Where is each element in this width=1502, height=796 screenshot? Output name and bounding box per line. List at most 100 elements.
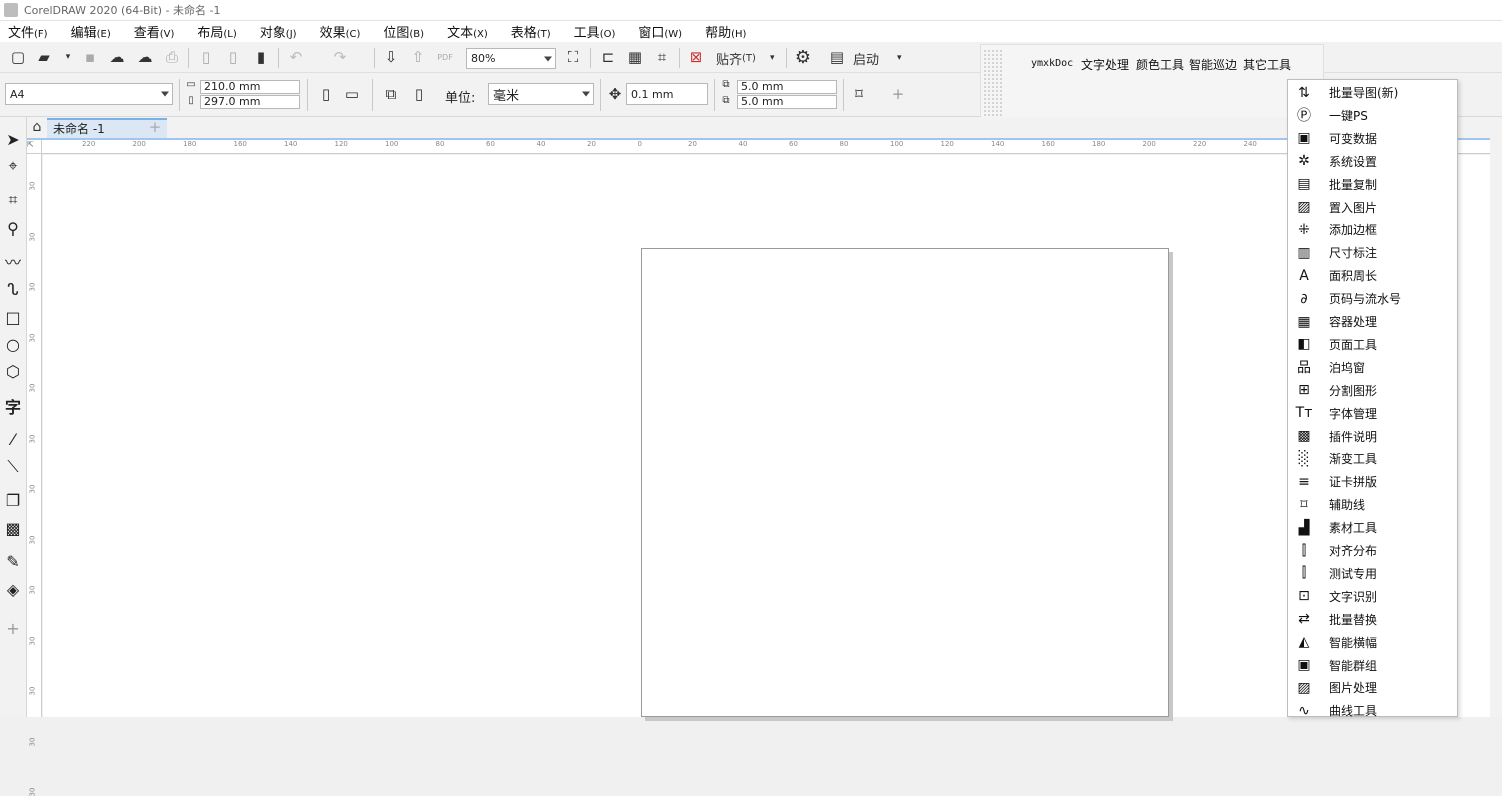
page-width-input[interactable]: 210.0 mm [200, 80, 300, 94]
dropdown-item[interactable]: ░ 渐变工具 [1288, 447, 1457, 470]
pdf-icon[interactable]: PDF [435, 47, 455, 67]
menu-item-1[interactable]: 编辑(E) [71, 22, 111, 41]
dropdown-item[interactable]: ⇅ 批量导图(新) [1288, 81, 1457, 104]
print-icon[interactable]: ⎙ [162, 47, 182, 67]
rulers-icon[interactable]: ⊏ [598, 47, 618, 67]
plugin-menu-item-3[interactable]: 智能巡边 [1189, 56, 1237, 73]
dropdown-item[interactable]: ▣ 智能群组 [1288, 654, 1457, 677]
dropdown-item[interactable]: ∂ 页码与流水号 [1288, 287, 1457, 310]
interactive-fill-tool-icon[interactable]: ◈ [2, 578, 24, 600]
menu-item-11[interactable]: 帮助(H) [705, 22, 746, 41]
launch-icon[interactable]: ▤ [827, 47, 847, 67]
current-page-icon[interactable]: ▯ [409, 84, 429, 104]
dropdown-item[interactable]: ◧ 页面工具 [1288, 333, 1457, 356]
dropdown-item[interactable]: ⫿ 对齐分布 [1288, 539, 1457, 562]
home-icon[interactable]: ⌂ [27, 117, 47, 137]
menu-item-5[interactable]: 效果(C) [320, 22, 361, 41]
page-height-input[interactable]: 297.0 mm [200, 95, 300, 109]
menu-item-10[interactable]: 窗口(W) [638, 22, 682, 41]
transparency-tool-icon[interactable]: ▩ [2, 517, 24, 539]
duplicate-x-input[interactable]: 5.0 mm [737, 80, 837, 94]
new-document-icon[interactable]: ▢ [8, 47, 28, 67]
menu-item-2[interactable]: 查看(V) [134, 22, 175, 41]
save-icon[interactable]: ▪ [80, 47, 100, 67]
horizontal-ruler[interactable]: 220 200 180 160 140 120 100 80 60 40 20 0 20 40 60 80 10… [42, 140, 1502, 154]
dropdown-item[interactable]: ▨ 图片处理 [1288, 676, 1457, 699]
crop-tool-icon[interactable]: ⌗ [2, 189, 24, 211]
plugin-menu-item-4[interactable]: 其它工具 [1243, 56, 1291, 73]
portrait-icon[interactable]: ▯ [316, 84, 336, 104]
plugin-menu-item-1[interactable]: 文字处理 [1081, 56, 1129, 73]
dropdown-item[interactable]: Tт 字体管理 [1288, 402, 1457, 425]
add-tool-icon[interactable]: + [2, 617, 24, 639]
polygon-tool-icon[interactable]: ⬡ [2, 360, 24, 382]
artistic-media-tool-icon[interactable]: ᔐ [2, 278, 24, 300]
plugin-menu-item-2[interactable]: 颜色工具 [1136, 56, 1184, 73]
new-tab-icon[interactable]: + [145, 117, 165, 137]
vertical-scrollbar[interactable] [1490, 120, 1502, 717]
all-pages-icon[interactable]: ⧉ [381, 84, 401, 104]
dropdown-item[interactable]: ⁜ 添加边框 [1288, 218, 1457, 241]
menu-item-7[interactable]: 文本(X) [447, 22, 488, 41]
text-tool-icon[interactable]: 字 [2, 395, 24, 417]
dropdown-item[interactable]: ✲ 系统设置 [1288, 150, 1457, 173]
dropdown-item[interactable]: ▨ 置入图片 [1288, 196, 1457, 219]
nudge-distance-input[interactable]: 0.1 mm [626, 83, 708, 105]
open-folder-icon[interactable]: ▰ [34, 47, 54, 67]
guidelines-icon[interactable]: ⌗ [652, 47, 672, 67]
landscape-icon[interactable]: ▭ [342, 84, 362, 104]
dropdown-item[interactable]: ⫿ 测试专用 [1288, 562, 1457, 585]
page-border-icon[interactable]: ⌑ [849, 84, 869, 104]
dropdown-item[interactable]: ▤ 批量复制 [1288, 173, 1457, 196]
redo-icon[interactable]: ↷ [330, 47, 350, 67]
menu-item-4[interactable]: 对象(J) [260, 22, 297, 41]
connector-tool-icon[interactable]: ⟍ [2, 456, 24, 478]
dropdown-item[interactable]: ⊡ 文字识别 [1288, 585, 1457, 608]
drop-shadow-tool-icon[interactable]: ❐ [2, 489, 24, 511]
dropdown-item[interactable]: A 面积周长 [1288, 264, 1457, 287]
dropdown-item[interactable]: ◭ 智能横幅 [1288, 631, 1457, 654]
drag-handle[interactable] [983, 49, 1003, 117]
cloud-upload-icon[interactable]: ☁ [107, 47, 127, 67]
dropdown-item[interactable]: ▥ 尺寸标注 [1288, 241, 1457, 264]
cloud-download-icon[interactable]: ☁ [135, 47, 155, 67]
dropdown-item[interactable]: 品 泊坞窗 [1288, 356, 1457, 379]
menu-item-3[interactable]: 布局(L) [197, 22, 236, 41]
paste-icon[interactable]: ▮ [251, 47, 271, 67]
dropdown-item[interactable]: ▣ 可变数据 [1288, 127, 1457, 150]
dropdown-item[interactable]: ⌑ 辅助线 [1288, 493, 1457, 516]
rectangle-tool-icon[interactable]: □ [2, 306, 24, 328]
menu-item-8[interactable]: 表格(T) [511, 22, 551, 41]
add-icon[interactable]: + [888, 84, 908, 104]
ruler-origin[interactable]: ⇱ [27, 140, 42, 154]
copy-icon[interactable]: ▯ [223, 47, 243, 67]
unit-select[interactable]: 毫米 [488, 83, 594, 105]
snap-to-dropdown[interactable]: 贴齐 (T) ▾ [716, 49, 774, 68]
zoom-tool-icon[interactable]: ⚲ [2, 217, 24, 239]
options-gear-icon[interactable]: ⚙ [793, 47, 813, 68]
dropdown-item[interactable]: ∿ 曲线工具 [1288, 699, 1457, 722]
shape-tool-icon[interactable]: ⌖ [2, 155, 24, 177]
page-size-select[interactable]: A4 [5, 83, 173, 105]
dropdown-item[interactable]: ⊞ 分割图形 [1288, 379, 1457, 402]
pick-tool-icon[interactable]: ➤ [2, 128, 24, 150]
dropdown-item[interactable]: ≡ 证卡拼版 [1288, 470, 1457, 493]
dropdown-item[interactable]: ▟ 素材工具 [1288, 516, 1457, 539]
duplicate-y-input[interactable]: 5.0 mm [737, 95, 837, 109]
cut-icon[interactable]: ▯ [196, 47, 216, 67]
chevron-down-icon[interactable]: ▾ [58, 47, 78, 67]
menu-item-0[interactable]: 文件(F) [8, 22, 48, 41]
dropdown-item[interactable]: ▦ 容器处理 [1288, 310, 1457, 333]
snap-off-icon[interactable]: ⊠ [686, 47, 706, 67]
full-screen-icon[interactable]: ⛶ [563, 47, 583, 67]
document-page[interactable] [641, 248, 1169, 717]
launch-dropdown[interactable]: 启动 ▾ [853, 49, 902, 68]
zoom-level-select[interactable]: 80% [466, 48, 556, 69]
ellipse-tool-icon[interactable]: ○ [2, 333, 24, 355]
export-icon[interactable]: ⇧ [408, 47, 428, 67]
eyedropper-tool-icon[interactable]: ✎ [2, 550, 24, 572]
dropdown-item[interactable]: ▩ 插件说明 [1288, 425, 1457, 448]
dropdown-item[interactable]: ⇄ 批量替换 [1288, 608, 1457, 631]
dropdown-item[interactable]: Ⓟ 一键PS [1288, 104, 1457, 127]
import-icon[interactable]: ⇩ [381, 47, 401, 67]
